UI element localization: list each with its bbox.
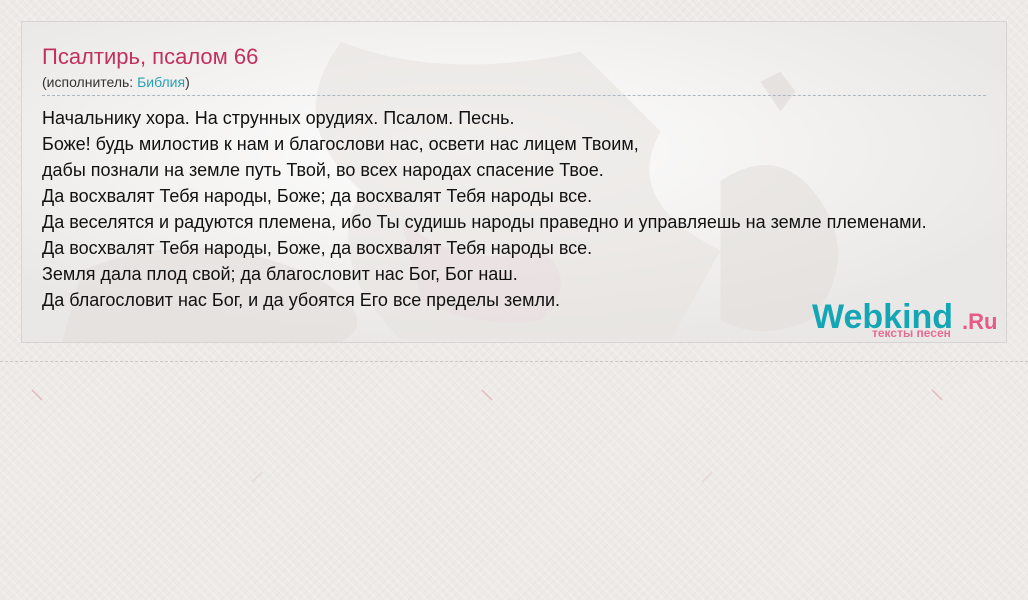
background-tick-mark xyxy=(251,471,263,483)
performer-link[interactable]: Библия xyxy=(137,74,185,90)
lyric-line: Начальнику хора. На струнных орудиях. Пс… xyxy=(42,108,515,128)
logo-subtitle: тексты песен xyxy=(872,326,951,340)
page-body: { "song": { "title": "Псалтирь, псалом 6… xyxy=(0,0,1028,600)
card-content: Псалтирь, псалом 66 (исполнитель: Библия… xyxy=(42,42,986,313)
lyric-line: Боже! будь милостив к нам и благослови н… xyxy=(42,134,639,154)
song-title: Псалтирь, псалом 66 xyxy=(42,44,259,69)
lyrics-block: Начальнику хора. На струнных орудиях. Пс… xyxy=(42,105,986,313)
background-tick-mark xyxy=(931,389,943,401)
lyric-line: Да восхвалят Тебя народы, Боже; да восхв… xyxy=(42,186,593,206)
performer-prefix: (исполнитель: xyxy=(42,74,138,90)
lyric-line: дабы познали на земле путь Твой, во всех… xyxy=(42,160,604,180)
lyric-line: Да веселятся и радуются племена, ибо Ты … xyxy=(42,212,927,232)
background-tick-mark xyxy=(701,471,713,483)
background-tick-mark xyxy=(481,389,493,401)
background-tick-mark xyxy=(31,389,43,401)
performer-line: (исполнитель: Библия) xyxy=(42,72,986,96)
performer-suffix: ) xyxy=(185,74,190,90)
song-card: Псалтирь, псалом 66 (исполнитель: Библия… xyxy=(21,21,1007,343)
logo-tld-text: .Ru xyxy=(962,309,998,334)
lyric-line: Земля дала плод свой; да благословит нас… xyxy=(42,264,518,284)
lyric-line: Да восхвалят Тебя народы, Боже, да восхв… xyxy=(42,238,593,258)
site-logo[interactable]: Webkind .Ru тексты песен xyxy=(812,298,1012,342)
